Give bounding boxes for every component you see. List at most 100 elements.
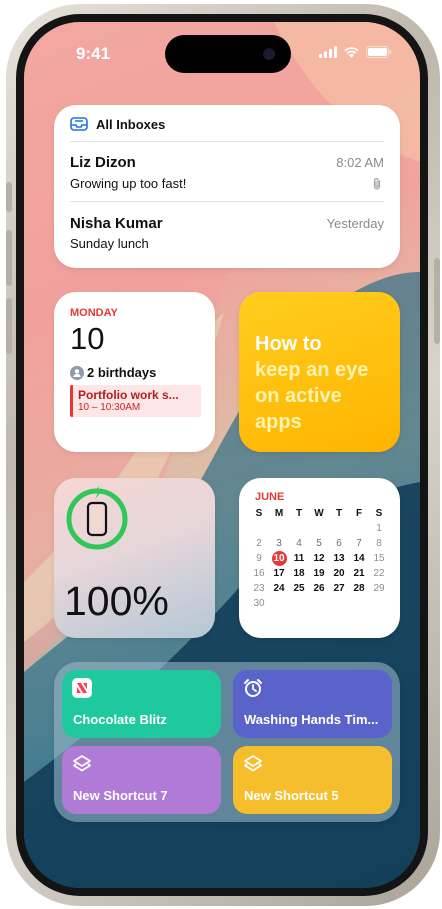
tips-widget[interactable]: How to keep an eye on active apps — [239, 292, 400, 452]
contact-icon — [70, 365, 84, 380]
mail-subject: Sunday lunch — [70, 236, 149, 251]
battery-ring — [66, 486, 128, 550]
mail-sender: Liz Dizon — [70, 154, 136, 171]
mail-divider — [70, 141, 384, 142]
home-screen: 9:41 All Inboxes Liz Dizon 8:02 AM Growi… — [24, 22, 420, 888]
calendar-day — [309, 521, 329, 536]
calendar-day — [249, 521, 269, 536]
mail-widget-title: All Inboxes — [96, 116, 166, 132]
alarm-clock-icon — [244, 679, 262, 697]
tip-line: keep an eye — [255, 359, 369, 381]
tip-line: on active — [255, 385, 342, 407]
weekday-label: S — [375, 508, 383, 519]
shortcut-washing-hands[interactable]: Washing Hands Tim... — [233, 670, 392, 738]
shortcut-new-shortcut-5[interactable]: New Shortcut 5 — [233, 746, 392, 814]
weekday-header-row: SMTWTFS — [249, 506, 394, 521]
calendar-day — [289, 521, 309, 536]
camera-icon — [263, 48, 275, 60]
weekday-label: T — [335, 508, 343, 519]
event-title: Portfolio work s... — [78, 388, 179, 402]
shortcut-label: New Shortcut 7 — [73, 788, 168, 803]
calendar-day-today: 10 — [269, 551, 289, 566]
calendar-day: 28 — [353, 583, 365, 594]
calendar-day: 22 — [373, 568, 385, 579]
calendar-day: 1 — [376, 523, 382, 534]
calendar-day: 30 — [253, 598, 265, 609]
mail-widget[interactable]: All Inboxes Liz Dizon 8:02 AM Growing up… — [54, 105, 400, 268]
battery-percent: 100% — [64, 578, 169, 624]
wifi-icon — [344, 47, 359, 58]
calendar-widget[interactable]: MONDAY 10 2 birthdays Portfolio work s..… — [54, 292, 215, 452]
calendar-day — [329, 521, 349, 536]
calendar-day: 18 — [293, 568, 305, 579]
shortcuts-icon — [244, 755, 262, 772]
birthdays-label: 2 birthdays — [87, 365, 157, 380]
calendar-day: 2 — [256, 538, 262, 549]
calendar-day: 26 — [313, 583, 325, 594]
status-icons — [319, 46, 392, 58]
calendar-day — [289, 596, 309, 611]
news-icon — [72, 678, 92, 698]
battery-status-icon — [366, 46, 392, 58]
volume-up-button — [6, 230, 12, 286]
week-row: 1 — [249, 521, 394, 536]
calendar-day: 11 — [293, 553, 305, 564]
weekday-label: T — [295, 508, 303, 519]
event-time: 10 – 10:30AM — [78, 402, 141, 413]
calendar-day: 15 — [373, 553, 385, 564]
shortcut-label: New Shortcut 5 — [244, 788, 339, 803]
calendar-day: 25 — [293, 583, 305, 594]
calendar-day: 27 — [333, 583, 345, 594]
calendar-day — [269, 596, 289, 611]
cellular-signal-icon — [319, 46, 337, 58]
status-time: 9:41 — [76, 44, 111, 63]
shortcut-new-shortcut-7[interactable]: New Shortcut 7 — [62, 746, 221, 814]
status-bar: 9:41 — [24, 22, 420, 76]
action-button — [6, 182, 12, 212]
calendar-day: 20 — [333, 568, 345, 579]
inbox-tray-icon — [70, 117, 88, 131]
calendar-day: 14 — [353, 553, 365, 564]
shortcuts-widget: Chocolate Blitz Washing Hands Tim... New… — [54, 662, 400, 822]
calendar-day: 4 — [296, 538, 302, 549]
calendar-day — [369, 596, 389, 611]
weekday-label: W — [314, 508, 324, 519]
calendar-day: 7 — [356, 538, 362, 549]
power-button — [434, 258, 440, 344]
shortcut-chocolate-blitz[interactable]: Chocolate Blitz — [62, 670, 221, 738]
weekday-label: F — [355, 508, 363, 519]
month-grid: S M T W T F S 1 2 3 4 5 6 7 8 9 10 11 12 13 14 15 16 17 18 19 20 21… — [249, 506, 394, 611]
mail-time: 8:02 AM — [336, 155, 384, 170]
calendar-day — [349, 521, 369, 536]
mail-divider — [70, 201, 384, 202]
calendar-day — [269, 521, 289, 536]
mail-subject: Growing up too fast! — [70, 176, 187, 191]
calendar-event[interactable]: Portfolio work s... 10 – 10:30AM — [70, 385, 201, 417]
birthdays-row: 2 birthdays — [70, 365, 156, 380]
calendar-day — [309, 596, 329, 611]
month-calendar-widget[interactable]: JUNE S M T W T F S 1 2 3 4 5 6 7 8 9 10 11 12 13 14 15 16 17 18 1… — [239, 478, 400, 638]
calendar-weekday: MONDAY — [70, 307, 118, 319]
mail-sender: Nisha Kumar — [70, 215, 163, 232]
device-mockup: 9:41 All Inboxes Liz Dizon 8:02 AM Growi… — [0, 0, 442, 909]
week-row: 9 10 11 12 13 14 15 — [249, 551, 394, 566]
week-row: 23 24 25 26 27 28 29 — [249, 581, 394, 596]
week-row: 16 17 18 19 20 21 22 — [249, 566, 394, 581]
calendar-day: 5 — [316, 538, 322, 549]
shortcut-label: Chocolate Blitz — [73, 712, 167, 727]
calendar-day: 12 — [313, 553, 325, 564]
dynamic-island — [165, 35, 291, 73]
mail-time: Yesterday — [326, 216, 384, 231]
shortcut-label: Washing Hands Tim... — [244, 712, 379, 727]
shortcuts-icon — [73, 755, 91, 772]
calendar-day: 17 — [273, 568, 285, 579]
calendar-day: 3 — [276, 538, 282, 549]
calendar-day-number: 10 — [70, 321, 105, 356]
week-row: 2 3 4 5 6 7 8 — [249, 536, 394, 551]
calendar-day: 9 — [256, 553, 262, 564]
week-row: 30 — [249, 596, 394, 611]
battery-widget[interactable]: 100% — [54, 478, 215, 638]
calendar-day: 6 — [336, 538, 342, 549]
calendar-day: 24 — [273, 583, 285, 594]
weekday-label: S — [255, 508, 263, 519]
